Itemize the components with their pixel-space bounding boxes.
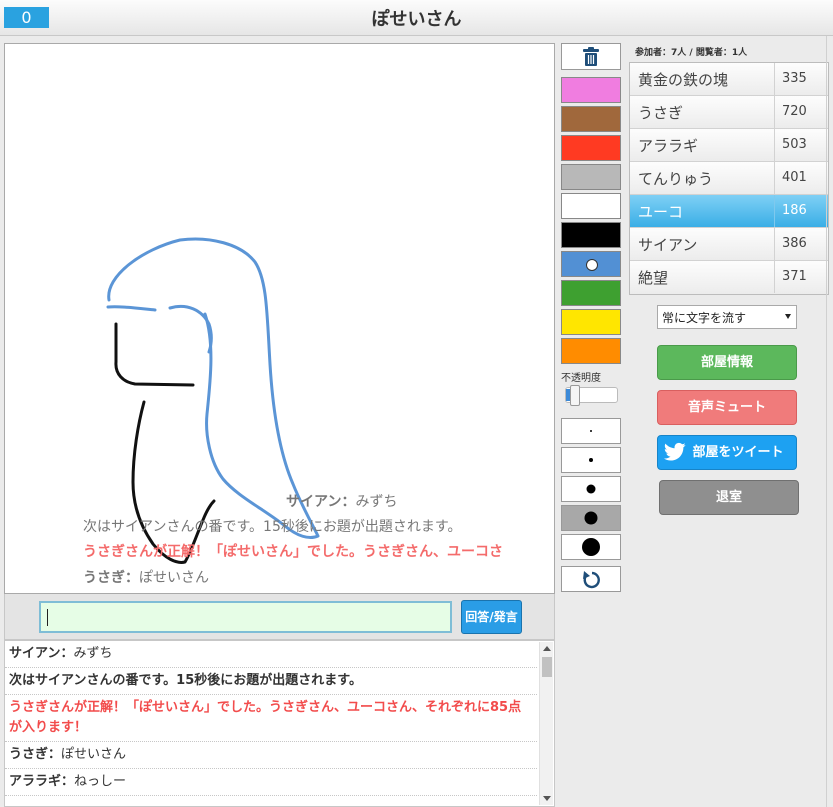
player-name: うさぎ [638,104,684,122]
chat-row-correct: うさぎさんが正解！「ぽせいさん」でした。うさぎさん、ユーコさん、それぞれに85点… [5,695,537,742]
twitter-bird-icon [664,442,686,461]
player-name: 絶望 [638,269,669,287]
brush-dot-icon [586,484,596,494]
ranking-row: ユーコ 186 [630,195,828,228]
chat-row: うさぎ：ぽせいさん [5,742,537,769]
player-name: ユーコ [638,203,684,221]
color-swatch[interactable] [561,338,621,364]
ranking-row: うさぎ 720 [630,96,828,129]
clear-canvas-button[interactable] [561,43,621,70]
canvas-message: 次はサイアンさんの番です。15秒後にお題が出題されます。 [83,519,462,535]
player-score: 186 [774,195,829,227]
answer-button[interactable]: 回答/発言 [461,600,522,634]
participants-count: 参加者：7人 / 閲覧者：1人 [635,48,748,58]
chat-row: 次はサイアンさんの番です。15秒後にお題が出題されます。 [5,668,537,695]
player-score: 401 [774,162,829,194]
answer-bar: 回答/発言 [4,594,555,640]
body-stroke [131,400,216,564]
color-swatch[interactable] [561,135,621,161]
brush-dot-icon [589,458,593,462]
player-name: アララギ [638,137,699,155]
ranking-table: 黄金の鉄の塊 335 うさぎ 720 アララギ 503 てんりゅう 401 ユーコ 186 サイアン… [629,62,829,295]
player-name: てんりゅう [638,170,714,188]
brush-dot-icon [590,430,592,432]
canvas-message: サイアン：みずち [286,494,398,510]
text-caret [47,609,48,626]
drawing-strokes [106,237,320,564]
room-info-button[interactable]: 部屋情報 [657,345,797,380]
color-swatch[interactable] [561,193,621,219]
text-flow-select[interactable]: 常に文字を流す [657,305,797,329]
color-swatch[interactable] [561,251,621,277]
exit-room-button[interactable]: 退室 [659,480,799,515]
opacity-slider[interactable] [565,385,618,406]
opacity-slider-handle[interactable] [570,385,580,406]
panel-divider [826,36,827,807]
color-swatch[interactable] [561,222,621,248]
page-title: ぽせいさん [371,9,462,30]
player-name: 黄金の鉄の塊 [638,71,729,89]
brush-size-button[interactable] [561,534,621,560]
color-swatch[interactable] [561,309,621,335]
trash-icon [583,47,599,66]
brush-size-button[interactable] [561,418,621,444]
canvas-message: うさぎ：ぽせいさん [83,570,209,586]
undo-button[interactable] [561,566,621,592]
brush-size-button[interactable] [561,476,621,502]
scroll-thumb[interactable] [542,657,552,677]
face-stroke [114,322,195,387]
brush-size-button[interactable] [561,505,621,531]
undo-icon [583,571,600,589]
tweet-room-label: 部屋をツイート [692,445,784,460]
chat-row: サイアン：みずち [5,641,537,668]
opacity-label: 不透明度 [561,373,601,384]
ranking-row: アララギ 503 [630,129,828,162]
chat-row: アララギ：ねっしー [5,769,537,796]
brush-dot-icon [584,511,598,525]
ranking-row: 絶望 371 [630,261,828,294]
brush-dot-icon [582,538,600,556]
scroll-down-icon[interactable] [543,796,551,801]
chevron-down-icon [785,314,791,319]
mute-button[interactable]: 音声ミュート [657,390,797,425]
header-bar: 0 ぽせいさん [0,0,833,36]
player-name: サイアン [638,236,698,254]
scroll-up-icon[interactable] [543,646,551,651]
ranking-row: サイアン 386 [630,228,828,261]
color-swatch[interactable] [561,106,621,132]
chat-log[interactable]: サイアン：みずち 次はサイアンさんの番です。15秒後にお題が出題されます。 うさ… [4,640,555,807]
player-score: 720 [774,96,829,128]
canvas-message-correct: うさぎさんが正解！「ぽせいさん」でした。うさぎさん、ユーコさ [83,544,503,560]
player-score: 371 [774,261,829,293]
color-swatch[interactable] [561,280,621,306]
player-score: 503 [774,129,829,161]
ranking-row: 黄金の鉄の塊 335 [630,63,828,96]
drawing-canvas[interactable]: サイアン：みずち 次はサイアンさんの番です。15秒後にお題が出題されます。 うさ… [4,43,555,594]
color-swatch[interactable] [561,77,621,103]
color-swatch[interactable] [561,164,621,190]
answer-input[interactable] [39,601,452,633]
tweet-room-button[interactable]: 部屋をツイート [657,435,797,470]
ranking-row: てんりゅう 401 [630,162,828,195]
bangs-stroke [106,305,157,312]
player-score: 386 [774,228,829,260]
chat-scrollbar[interactable] [539,642,553,805]
brush-size-button[interactable] [561,447,621,473]
player-score: 335 [774,63,829,95]
text-flow-select-value: 常に文字を流す [662,311,747,325]
